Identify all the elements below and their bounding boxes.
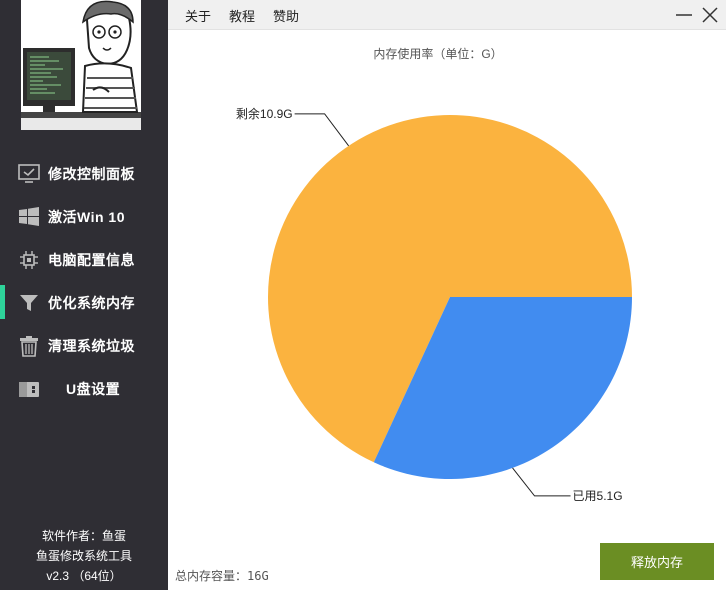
menu-donate[interactable]: 赞助	[273, 6, 299, 25]
menu-bar: 关于 教程 赞助	[168, 0, 726, 30]
memory-usage-chart: 内存使用率（单位：G） 剩余10.9G 已用5.1G	[236, 46, 633, 503]
sidebar-item-clean-junk[interactable]: 清理系统垃圾	[0, 324, 168, 367]
sidebar-item-label: U盘设置	[66, 380, 121, 397]
app-name-text: 鱼蛋修改系统工具	[35, 549, 132, 563]
slice-label: 已用5.1G	[573, 489, 623, 503]
sidebar-item-label: 修改控制面板	[48, 165, 135, 182]
sidebar-item-usb-settings[interactable]: U盘设置	[0, 367, 168, 410]
sidebar-item-label: 优化系统内存	[48, 294, 135, 311]
menu-tutorial[interactable]: 教程	[229, 6, 255, 25]
version-text: v2.3 （64位）	[46, 569, 122, 583]
cpu-chip-icon	[18, 249, 40, 271]
minimize-icon	[676, 14, 692, 16]
close-button[interactable]	[699, 4, 721, 26]
minimize-button[interactable]	[673, 4, 695, 26]
sidebar-item-activate-win10[interactable]: 激活Win 10	[0, 195, 168, 238]
trash-icon	[18, 335, 40, 357]
release-memory-button[interactable]: 释放内存	[600, 543, 714, 580]
sidebar-item-label: 激活Win 10	[48, 208, 125, 225]
funnel-icon	[18, 292, 40, 314]
sidebar-nav: 修改控制面板 激活Win 10 电脑配置信息 优化系统内存 清理系统垃圾 U盘设…	[0, 152, 168, 410]
monitor-check-icon	[18, 163, 40, 185]
leader-line	[294, 113, 350, 147]
chart-title: 内存使用率（单位：G）	[373, 46, 502, 61]
usb-drive-icon	[18, 378, 40, 400]
active-indicator	[0, 285, 5, 319]
total-capacity-text: 总内存容量：16G	[175, 569, 269, 583]
menu-about[interactable]: 关于	[185, 6, 211, 25]
sidebar-item-optimize-memory[interactable]: 优化系统内存	[0, 281, 168, 324]
leader-line	[512, 467, 571, 497]
sidebar-item-pc-config[interactable]: 电脑配置信息	[0, 238, 168, 281]
sidebar: 修改控制面板 激活Win 10 电脑配置信息 优化系统内存 清理系统垃圾 U盘设…	[0, 0, 168, 590]
close-icon	[702, 7, 718, 23]
author-text: 软件作者：鱼蛋	[41, 529, 126, 543]
sidebar-item-label: 清理系统垃圾	[48, 337, 135, 354]
sidebar-item-label: 电脑配置信息	[48, 251, 135, 268]
windows-icon	[18, 206, 40, 228]
avatar	[21, 0, 141, 130]
sidebar-item-control-panel[interactable]: 修改控制面板	[0, 152, 168, 195]
slice-label: 剩余10.9G	[236, 106, 293, 121]
sidebar-footer: 软件作者：鱼蛋 鱼蛋修改系统工具 v2.3 （64位）	[0, 526, 168, 586]
